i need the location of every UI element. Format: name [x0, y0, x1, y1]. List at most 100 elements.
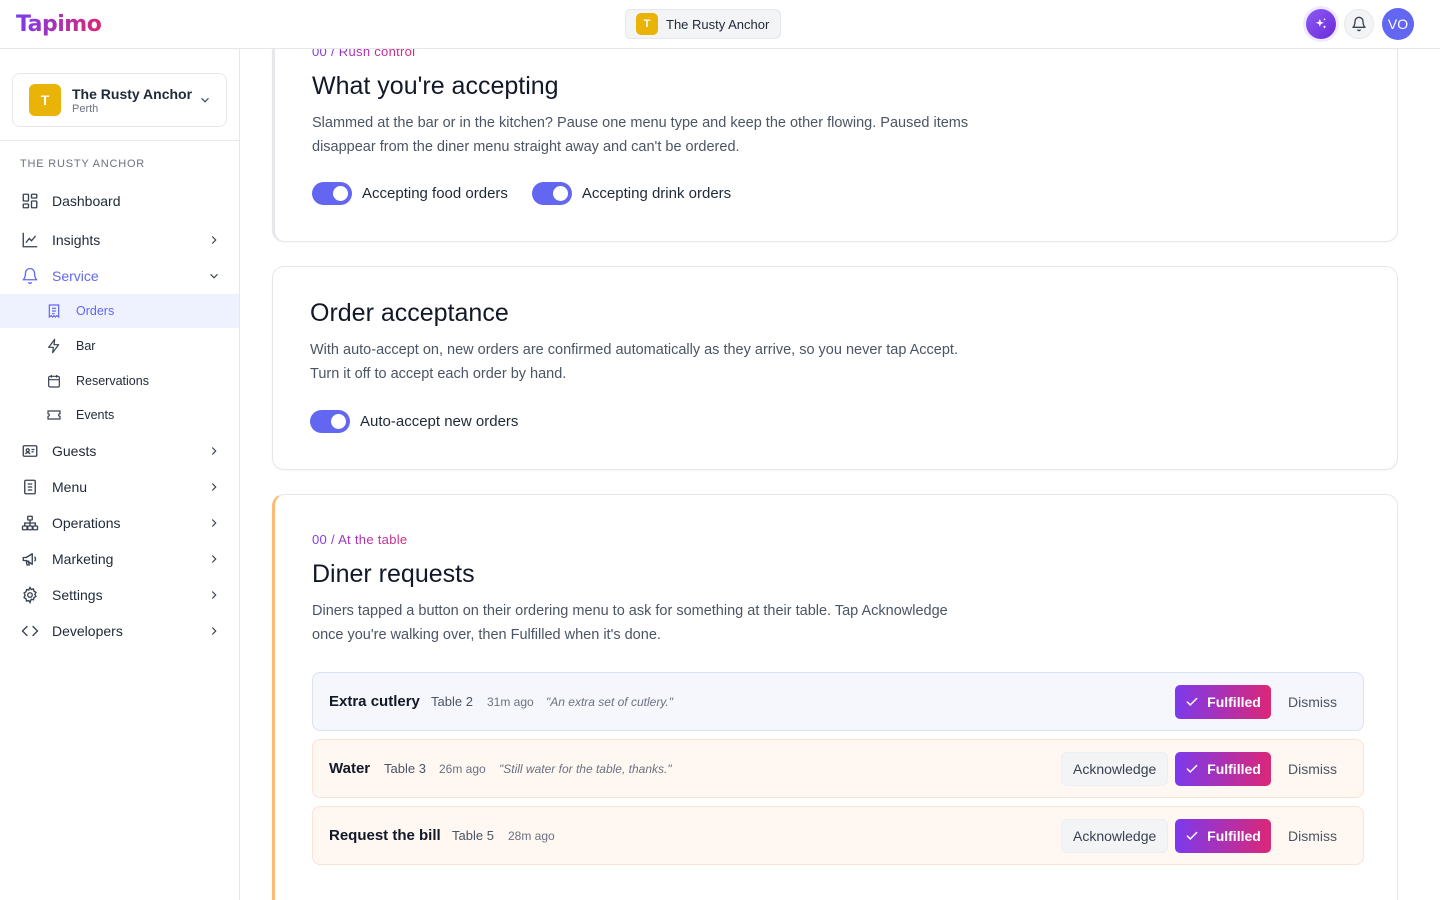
calendar-icon — [46, 373, 62, 389]
dismiss-button[interactable]: Dismiss — [1288, 761, 1337, 777]
dismiss-button[interactable]: Dismiss — [1288, 828, 1337, 844]
chevron-right-icon — [211, 519, 217, 527]
requests-description: Diners tapped a button on their ordering… — [312, 603, 948, 643]
chevron-right-icon — [211, 627, 217, 635]
receipt-icon — [46, 303, 62, 319]
auto-accept-toggle[interactable]: Auto-accept new orders — [310, 410, 518, 433]
food-orders-toggle[interactable]: Accepting food orders — [312, 182, 508, 205]
venue-avatar: T — [29, 84, 61, 116]
sidebar-item-menu[interactable]: Menu — [0, 476, 239, 498]
request-row: Request the bill Table 5 28m ago Acknowl… — [312, 806, 1364, 865]
sidebar-subitem-bar[interactable]: Bar — [0, 329, 239, 363]
auto-accept-switch[interactable] — [310, 410, 350, 433]
chevron-down-icon — [201, 97, 209, 103]
sidebar-item-dashboard[interactable]: Dashboard — [0, 190, 239, 212]
request-title: Extra cutlery — [329, 693, 420, 710]
sidebar-item-label: Menu — [52, 479, 88, 495]
ai-assistant-button[interactable] — [1306, 9, 1336, 39]
request-title: Water — [329, 760, 371, 777]
sidebar-item-settings[interactable]: Settings — [0, 584, 239, 606]
sidebar-item-label: Dashboard — [52, 193, 121, 209]
fulfilled-label: Fulfilled — [1207, 693, 1261, 710]
fulfilled-label: Fulfilled — [1207, 827, 1261, 844]
sidebar-item-developers[interactable]: Developers — [0, 620, 239, 642]
request-time: 31m ago — [487, 694, 534, 709]
venue-pill-name: The Rusty Anchor — [666, 16, 770, 32]
drink-orders-toggle[interactable]: Accepting drink orders — [531, 182, 732, 205]
sidebar-item-insights[interactable]: Insights — [0, 229, 239, 251]
sidebar-section-label: THE RUSTY ANCHOR — [20, 158, 146, 170]
request-row: Water Table 3 26m ago "Still water for t… — [312, 739, 1364, 798]
sidebar-item-guests[interactable]: Guests — [0, 440, 239, 462]
sidebar-subitem-label: Events — [76, 408, 115, 422]
chevron-right-icon — [211, 447, 217, 455]
user-avatar[interactable]: VO — [1382, 8, 1414, 40]
ticket-icon — [46, 407, 62, 423]
request-table: Table 3 — [384, 761, 426, 776]
code-icon — [21, 622, 39, 640]
chevron-down-icon — [210, 273, 218, 279]
request-table: Table 2 — [431, 694, 473, 709]
order-acceptance-card: Order acceptance With auto-accept on, ne… — [272, 266, 1398, 470]
drink-orders-switch[interactable] — [531, 182, 572, 205]
check-icon — [1186, 764, 1198, 773]
acknowledge-button[interactable]: Acknowledge — [1061, 818, 1169, 853]
request-title: Request the bill — [329, 827, 441, 844]
sidebar-item-label: Guests — [52, 443, 97, 459]
check-icon — [1186, 831, 1198, 840]
chevron-right-icon — [211, 555, 217, 563]
requests-title: Diner requests — [312, 560, 475, 588]
top-bar: Tapimo T The Rusty Anchor VO — [0, 0, 1440, 49]
sidebar-item-label: Service — [52, 268, 99, 284]
megaphone-icon — [21, 550, 39, 568]
sidebar-item-label: Marketing — [52, 551, 114, 567]
sidebar-item-label: Settings — [52, 587, 103, 603]
sidebar-item-label: Operations — [52, 515, 121, 531]
fulfilled-button[interactable]: Fulfilled — [1175, 751, 1271, 786]
acknowledge-button[interactable]: Acknowledge — [1061, 751, 1169, 786]
venue-switcher-pill[interactable]: T The Rusty Anchor — [625, 9, 781, 39]
chart-line-icon — [21, 231, 39, 249]
logo-text: Tapimo — [16, 11, 102, 37]
requests-eyebrow: 00 / At the table — [312, 532, 408, 547]
sidebar: T The Rusty Anchor Perth THE RUSTY ANCHO… — [0, 49, 240, 900]
diner-requests-card: 00 / At the table Diner requests Diners … — [272, 494, 1398, 900]
venue-badge: T — [636, 13, 658, 35]
notifications-button[interactable] — [1344, 9, 1374, 39]
venue-selector[interactable]: T The Rusty Anchor Perth — [12, 73, 227, 127]
request-note: "Still water for the table, thanks." — [499, 761, 672, 776]
dashboard-icon — [21, 192, 39, 210]
bell-icon — [21, 267, 39, 285]
check-icon — [1186, 697, 1198, 706]
request-time: 26m ago — [439, 761, 486, 776]
request-time: 28m ago — [508, 828, 555, 843]
org-chart-icon — [21, 514, 39, 532]
fulfilled-button[interactable]: Fulfilled — [1175, 684, 1271, 719]
venue-name: The Rusty Anchor — [72, 85, 193, 102]
food-orders-switch[interactable] — [312, 182, 352, 205]
chevron-right-icon — [211, 591, 217, 599]
chevron-right-icon — [211, 236, 217, 244]
sidebar-subitem-reservations[interactable]: Reservations — [0, 364, 239, 398]
rush-description: Slammed at the bar or in the kitchen? Pa… — [312, 115, 969, 155]
venue-city: Perth — [72, 102, 99, 115]
sidebar-item-service[interactable]: Service — [0, 265, 239, 287]
sidebar-subitem-label: Orders — [76, 304, 115, 318]
chevron-right-icon — [211, 483, 217, 491]
fulfilled-button[interactable]: Fulfilled — [1175, 818, 1271, 853]
sidebar-subitem-events[interactable]: Events — [0, 398, 239, 432]
sidebar-subitem-orders[interactable]: Orders — [0, 294, 239, 328]
request-row: Extra cutlery Table 2 31m ago "An extra … — [312, 672, 1364, 731]
fulfilled-label: Fulfilled — [1207, 760, 1261, 777]
tapimo-logo[interactable]: Tapimo — [16, 10, 102, 38]
bell-icon — [1352, 16, 1366, 32]
lightning-icon — [46, 338, 62, 354]
sidebar-subitem-label: Bar — [76, 339, 96, 353]
dismiss-button[interactable]: Dismiss — [1288, 694, 1337, 710]
sidebar-subitem-label: Reservations — [76, 374, 149, 388]
sidebar-item-marketing[interactable]: Marketing — [0, 548, 239, 570]
gear-icon — [21, 586, 39, 604]
auto-accept-label: Auto-accept new orders — [360, 413, 519, 430]
sidebar-item-operations[interactable]: Operations — [0, 512, 239, 534]
drink-orders-label: Accepting drink orders — [581, 185, 732, 202]
